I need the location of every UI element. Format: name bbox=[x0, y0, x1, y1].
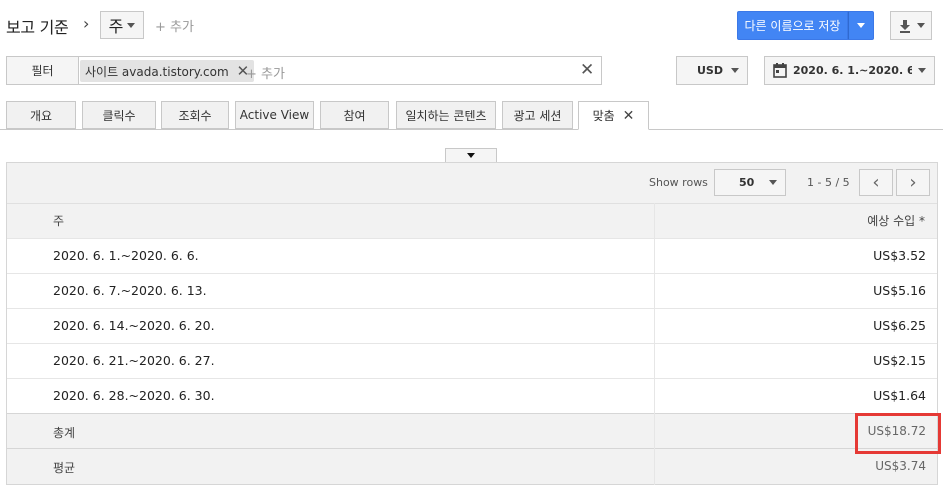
chevron-down-icon bbox=[918, 68, 926, 73]
row-week: 2020. 6. 14.~2020. 6. 20. bbox=[53, 318, 215, 333]
row-week: 2020. 6. 21.~2020. 6. 27. bbox=[53, 353, 215, 368]
tab-overview[interactable]: 개요 bbox=[6, 101, 76, 129]
tab-ad-sessions[interactable]: 광고 세션 bbox=[502, 101, 573, 129]
highlight-box bbox=[855, 413, 941, 454]
rows-per-page-select[interactable]: 50 bbox=[714, 169, 786, 196]
rows-per-page-value: 50 bbox=[739, 176, 755, 189]
average-row bbox=[7, 448, 937, 484]
tab-engagement[interactable]: 참여 bbox=[320, 101, 389, 129]
add-dimension-link[interactable]: + 추가 bbox=[155, 16, 194, 35]
chevron-down-icon bbox=[127, 22, 136, 28]
prev-page-button[interactable]: ‹ bbox=[859, 169, 893, 196]
tab-views[interactable]: 조회수 bbox=[161, 101, 229, 129]
column-divider bbox=[654, 203, 655, 485]
close-icon[interactable]: ✕ bbox=[623, 108, 635, 124]
calendar-icon bbox=[773, 63, 787, 78]
row-week: 2020. 6. 28.~2020. 6. 30. bbox=[53, 388, 215, 403]
average-value: US$3.74 bbox=[875, 459, 926, 473]
pagination-range: 1 - 5 / 5 bbox=[807, 176, 850, 189]
tab-matched-content[interactable]: 일치하는 콘텐츠 bbox=[396, 101, 496, 129]
add-filter-link[interactable]: + 추가 bbox=[246, 63, 285, 82]
filter-button[interactable]: 필터 bbox=[6, 56, 79, 85]
filter-chip-site[interactable]: 사이트 avada.tistory.com ✕ bbox=[80, 60, 255, 82]
chevron-right-icon: › bbox=[83, 14, 90, 33]
date-range-label: 2020. 6. 1.~2020. 6. 30. bbox=[793, 64, 912, 77]
row-week: 2020. 6. 1.~2020. 6. 6. bbox=[53, 248, 199, 263]
dimension-select-label: 주 bbox=[108, 17, 124, 36]
download-icon bbox=[899, 19, 910, 33]
total-label: 총계 bbox=[53, 426, 76, 440]
row-earnings: US$5.16 bbox=[873, 283, 926, 298]
report-by-label: 보고 기준 bbox=[6, 18, 69, 37]
currency-select[interactable]: USD bbox=[676, 56, 748, 85]
chevron-down-icon bbox=[769, 180, 777, 185]
tabs-divider bbox=[0, 129, 943, 130]
chevron-down-icon bbox=[916, 23, 925, 28]
dimension-select[interactable]: 주 bbox=[100, 11, 144, 39]
triangle-down-icon bbox=[467, 153, 475, 158]
download-button[interactable] bbox=[890, 11, 932, 40]
save-as-button[interactable]: 다른 이름으로 저장 bbox=[737, 11, 848, 40]
collapse-chart-toggle[interactable] bbox=[445, 148, 497, 162]
row-earnings: US$2.15 bbox=[873, 353, 926, 368]
average-label: 평균 bbox=[53, 461, 76, 475]
column-header-estimated-earnings[interactable]: 예상 수입 * bbox=[867, 212, 925, 229]
row-earnings: US$3.52 bbox=[873, 248, 926, 263]
row-earnings: US$6.25 bbox=[873, 318, 926, 333]
filter-chip-label: 사이트 avada.tistory.com bbox=[85, 64, 229, 79]
tab-active-view[interactable]: Active View bbox=[235, 101, 314, 129]
show-rows-label: Show rows bbox=[649, 176, 708, 189]
clear-filters-icon[interactable]: ✕ bbox=[580, 60, 594, 80]
next-page-button[interactable]: › bbox=[896, 169, 930, 196]
table-header bbox=[7, 203, 937, 238]
row-week: 2020. 6. 7.~2020. 6. 13. bbox=[53, 283, 207, 298]
total-row bbox=[7, 413, 937, 448]
date-range-select[interactable]: 2020. 6. 1.~2020. 6. 30. bbox=[764, 56, 935, 85]
table-toolbar bbox=[7, 163, 937, 203]
column-header-week[interactable]: 주 bbox=[53, 212, 64, 229]
tab-custom[interactable]: 맞춤 ✕ bbox=[578, 101, 649, 130]
chevron-down-icon bbox=[731, 68, 739, 73]
row-earnings: US$1.64 bbox=[873, 388, 926, 403]
save-as-dropdown-button[interactable] bbox=[848, 11, 874, 40]
tab-clicks[interactable]: 클릭수 bbox=[82, 101, 156, 129]
currency-label: USD bbox=[697, 64, 723, 77]
tab-custom-label: 맞춤 bbox=[592, 109, 615, 123]
chevron-down-icon bbox=[857, 23, 865, 28]
